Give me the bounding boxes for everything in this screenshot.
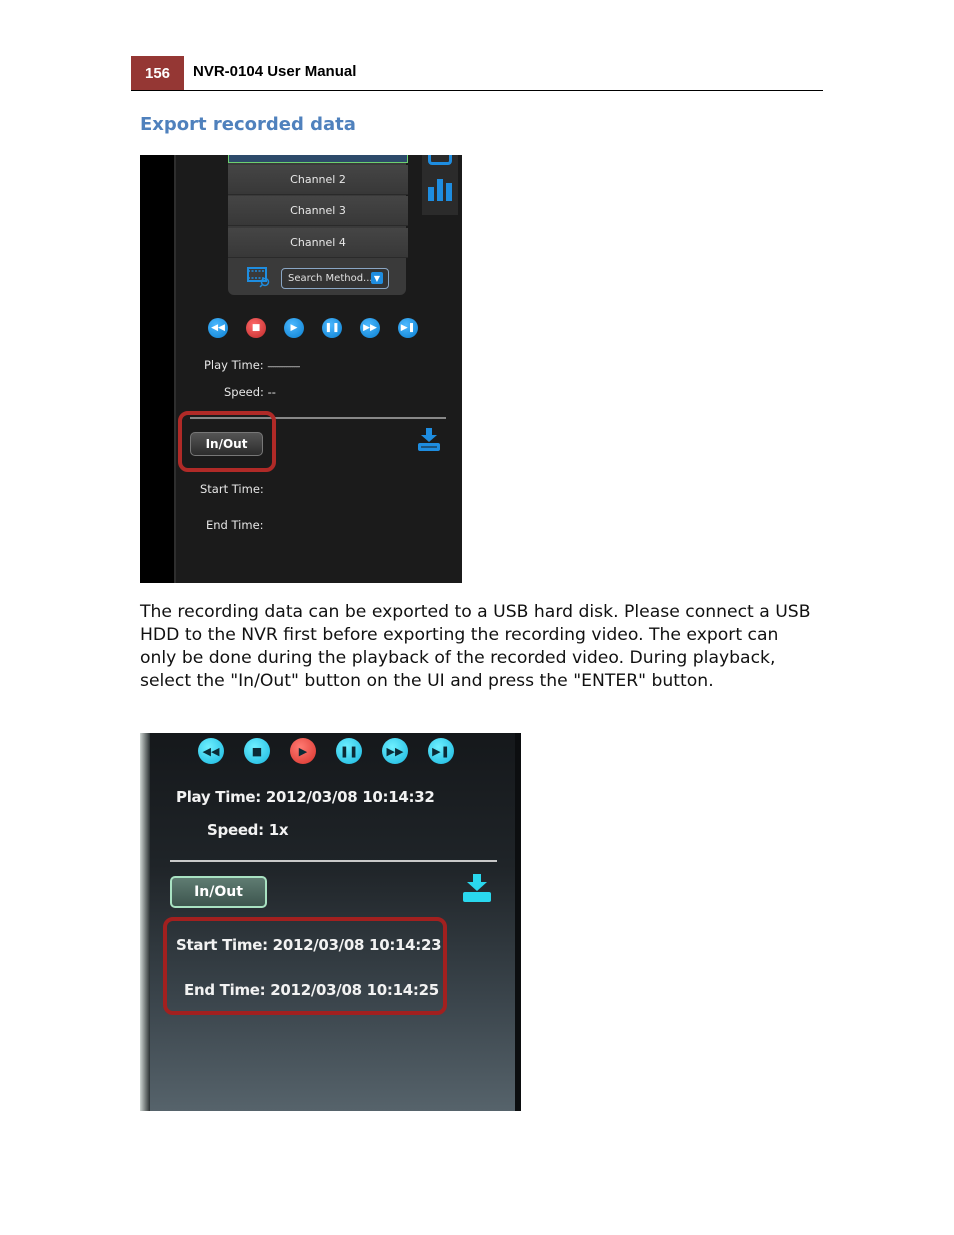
speed-label: Speed: xyxy=(224,385,264,399)
export-download-icon[interactable] xyxy=(417,427,441,453)
header-divider xyxy=(131,90,823,91)
panel-border xyxy=(515,733,521,1111)
fast-forward-button[interactable]: ▶▶ xyxy=(360,318,380,338)
start-time-label: Start Time: xyxy=(200,482,264,496)
search-method-value: Search Method... xyxy=(288,273,373,284)
speed-row: Speed: -- xyxy=(224,385,276,399)
channel-item[interactable]: Channel 3 xyxy=(228,196,408,226)
bar-chart-icon[interactable] xyxy=(426,175,454,203)
video-area-edge xyxy=(140,733,150,1111)
section-heading: Export recorded data xyxy=(140,114,356,135)
panel-border xyxy=(174,155,176,583)
start-time-readout: Start Time: 2012/03/08 10:14:23 xyxy=(176,936,442,954)
chevron-down-icon: ▼ xyxy=(371,272,383,284)
film-search-icon[interactable] xyxy=(247,266,271,288)
divider xyxy=(170,860,497,862)
stop-button[interactable]: ■ xyxy=(246,318,266,338)
playback-controls: ◀◀ ■ ▶ ❚❚ ▶▶ ▶❚ xyxy=(208,318,418,338)
play-button[interactable]: ▶ xyxy=(290,738,316,764)
page-number: 156 xyxy=(131,56,184,90)
rewind-button[interactable]: ◀◀ xyxy=(208,318,228,338)
end-time-readout: End Time: 2012/03/08 10:14:25 xyxy=(184,981,439,999)
search-method-dropdown[interactable]: Search Method... ▼ xyxy=(281,268,389,289)
play-time-readout: Play Time: 2012/03/08 10:14:32 xyxy=(176,788,435,806)
playback-controls: ◀◀ ■ ▶ ❚❚ ▶▶ ▶❚ xyxy=(198,738,454,764)
pause-button[interactable]: ❚❚ xyxy=(336,738,362,764)
export-download-icon[interactable] xyxy=(462,873,492,905)
speed-value: -- xyxy=(267,385,276,399)
highlight-box-times xyxy=(163,917,447,1015)
next-frame-button[interactable]: ▶❚ xyxy=(398,318,418,338)
pause-button[interactable]: ❚❚ xyxy=(322,318,342,338)
stop-button[interactable]: ■ xyxy=(244,738,270,764)
channel-item[interactable]: Channel 2 xyxy=(228,165,408,195)
channel-item[interactable]: Channel 4 xyxy=(228,228,408,258)
play-time-value: ----------------- xyxy=(267,362,300,371)
fast-forward-button[interactable]: ▶▶ xyxy=(382,738,408,764)
play-time-label: Play Time: xyxy=(204,358,264,372)
next-frame-button[interactable]: ▶❚ xyxy=(428,738,454,764)
rewind-button[interactable]: ◀◀ xyxy=(198,738,224,764)
manual-title: NVR-0104 User Manual xyxy=(193,63,357,80)
play-time-row: Play Time: ----------------- xyxy=(204,358,300,372)
instruction-paragraph: The recording data can be exported to a … xyxy=(140,602,811,691)
speed-readout: Speed: 1x xyxy=(207,821,289,839)
in-out-button[interactable]: In/Out xyxy=(170,876,267,908)
screenshot-playback-panel-after: ◀◀ ■ ▶ ❚❚ ▶▶ ▶❚ Play Time: 2012/03/08 10… xyxy=(140,733,521,1111)
highlight-box-in-out xyxy=(178,411,276,472)
video-area-edge xyxy=(140,155,174,583)
monitor-icon[interactable] xyxy=(428,155,452,165)
channel-1-selected[interactable] xyxy=(228,155,408,163)
end-time-label: End Time: xyxy=(206,518,264,532)
screenshot-playback-panel-before: Channel 2 Channel 3 Channel 4 Search Met… xyxy=(140,155,462,583)
play-button[interactable]: ▶ xyxy=(284,318,304,338)
